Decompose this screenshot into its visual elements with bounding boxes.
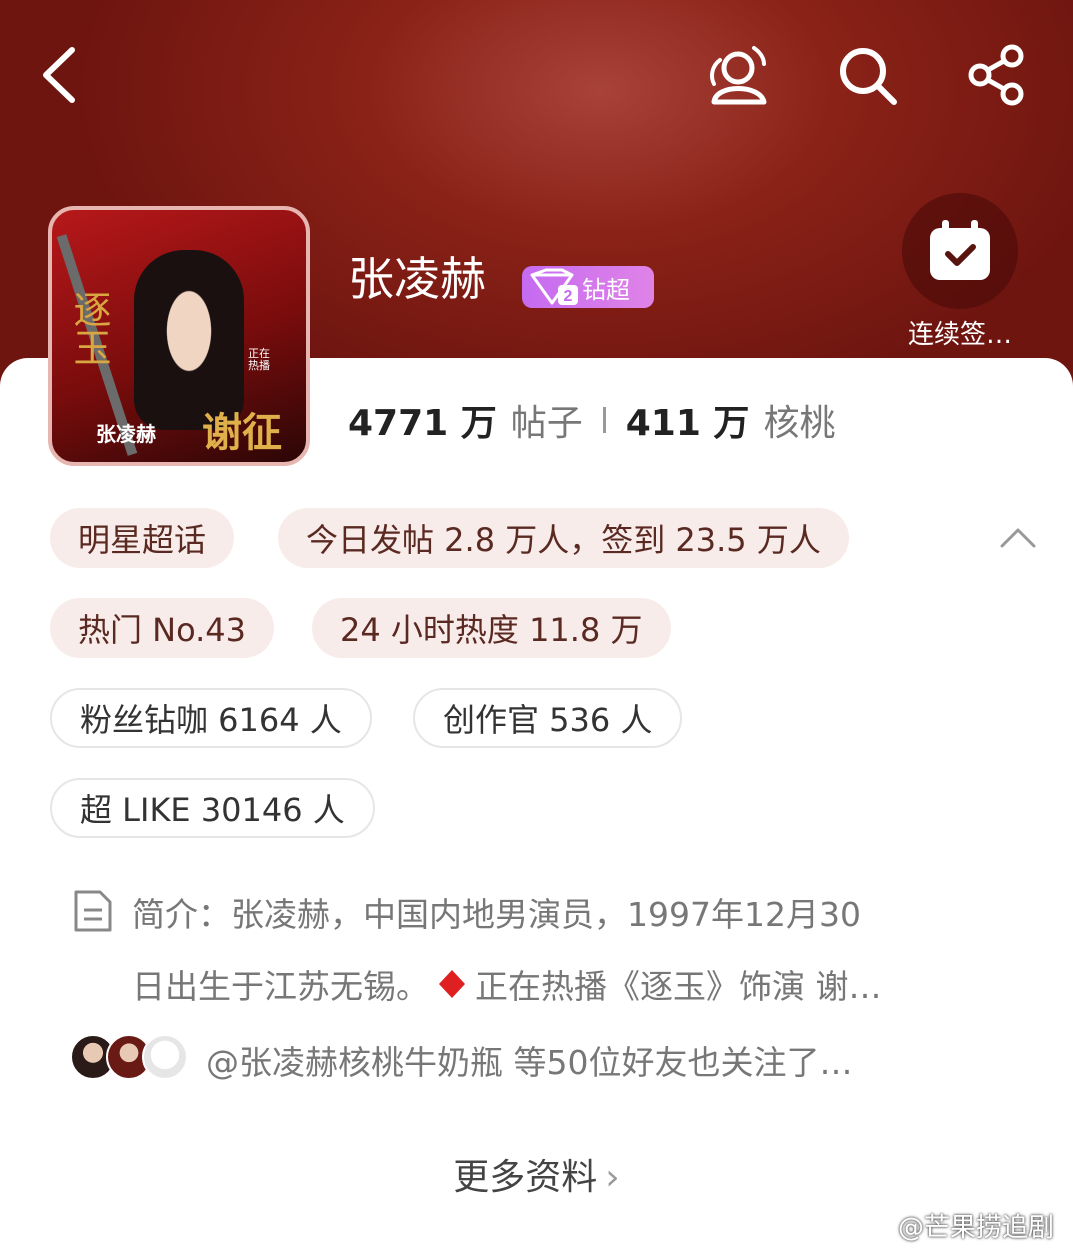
badge-level: 2 — [564, 288, 573, 305]
share-icon — [968, 44, 1024, 106]
page-title: 张凌赫 — [348, 252, 486, 306]
checkin-button[interactable] — [902, 193, 1018, 309]
checkin-label: 连续签… — [907, 320, 1012, 350]
red-diamond-icon — [439, 970, 465, 998]
walnuts-count: 411 万 — [625, 403, 750, 444]
stats-divider — [602, 407, 606, 433]
level-badge[interactable]: 2 钻超 — [522, 266, 654, 308]
stats-row: 4771 万 帖子 411 万 核桃 — [348, 394, 835, 446]
avatar-title-calligraphy: 逐玉 — [67, 290, 111, 366]
chip-daily-activity[interactable]: 今日发帖 2.8 万人，签到 23.5 万人 — [278, 508, 849, 568]
intro-text-line1: 简介：张凌赫，中国内地男演员，1997年12月30 — [132, 895, 861, 934]
diamond-icon: 2 — [530, 268, 578, 305]
posts-label: 帖子 — [510, 403, 583, 444]
posts-count: 4771 万 — [348, 403, 497, 444]
chip-super-like[interactable]: 超 LIKE 30146 人 — [50, 778, 375, 838]
search-icon — [840, 48, 897, 105]
friend-avatars[interactable] — [70, 1034, 188, 1080]
chevron-up-icon[interactable] — [996, 518, 1040, 554]
chip-hot-rank[interactable]: 热门 No.43 — [50, 598, 275, 658]
avatar-role-calligraphy: 谢征 — [202, 409, 282, 456]
more-info-link[interactable]: 更多资料 › — [0, 1148, 1073, 1200]
back-button[interactable] — [28, 40, 98, 110]
chip-24h-heat[interactable]: 24 小时热度 11.8 万 — [312, 598, 671, 658]
chevron-right-icon: › — [605, 1157, 620, 1198]
friend-avatar — [142, 1034, 188, 1080]
super-topic-icon — [710, 46, 767, 105]
chip-diamond-fans[interactable]: 粉丝钻咖 6164 人 — [50, 688, 372, 748]
watermark-text: @芒果捞追剧 — [898, 1213, 1055, 1243]
back-icon — [43, 47, 75, 103]
share-button[interactable] — [962, 40, 1032, 110]
walnuts-label: 核桃 — [763, 403, 836, 444]
watermark: @芒果捞追剧 — [858, 1207, 1054, 1244]
calendar-check-icon — [930, 220, 990, 280]
friends-following-text[interactable]: @张凌赫核桃牛奶瓶 等50位好友也关注了… — [206, 1036, 852, 1084]
avatar[interactable]: 逐玉 正在热播 张凌赫 谢征 — [48, 206, 310, 466]
intro-text-line2[interactable]: 日出生于江苏无锡。 正在热播《逐玉》饰演 谢… — [132, 960, 882, 1008]
intro-text-part2: 正在热播《逐玉》饰演 谢… — [475, 967, 882, 1006]
badge-label: 钻超 — [582, 275, 630, 304]
weibo-logo-icon — [858, 1213, 894, 1240]
super-topic-button[interactable] — [702, 40, 772, 110]
avatar-airing-tag: 正在热播 — [248, 347, 270, 372]
more-info-label: 更多资料 — [453, 1157, 598, 1198]
chip-star-topic[interactable]: 明星超话 — [50, 508, 235, 568]
chip-creators[interactable]: 创作官 536 人 — [413, 688, 683, 748]
intro-text-part1: 日出生于江苏无锡。 — [132, 967, 429, 1006]
avatar-caption: 张凌赫 — [96, 422, 156, 446]
search-button[interactable] — [832, 40, 902, 110]
document-icon — [74, 890, 112, 932]
